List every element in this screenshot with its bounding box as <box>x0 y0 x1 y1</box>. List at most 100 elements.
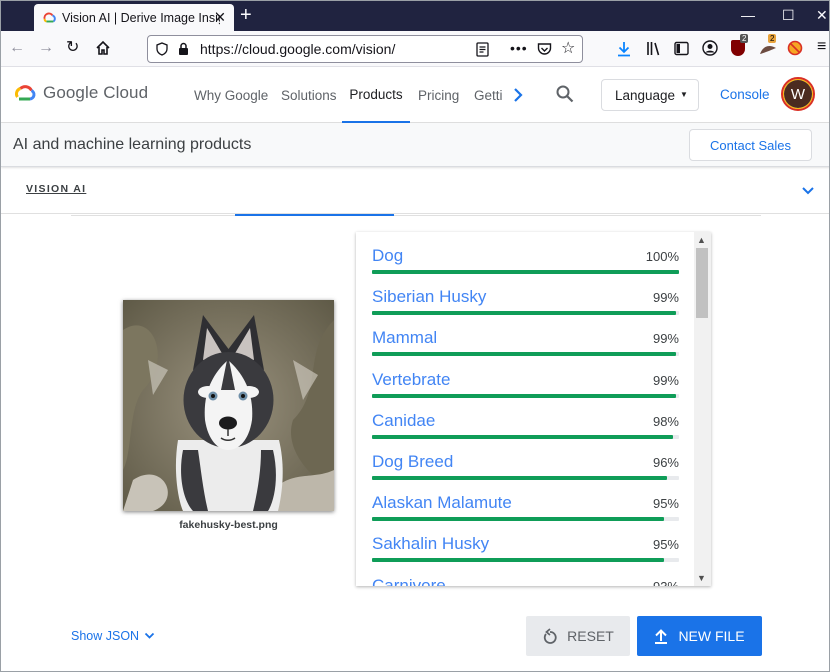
site-header: Google Cloud Why Google Solutions Produc… <box>1 67 829 123</box>
nav-products[interactable]: Products <box>342 67 410 123</box>
result-row[interactable]: Vertebrate 99% <box>372 370 679 411</box>
result-label[interactable]: Vertebrate <box>372 370 450 390</box>
nav-getting-started[interactable]: Getti <box>474 67 506 123</box>
tab-close-icon[interactable]: ✕ <box>214 9 226 26</box>
result-percent: 99% <box>652 290 679 306</box>
result-row[interactable]: Siberian Husky 99% <box>372 287 679 328</box>
result-percent: 96% <box>652 455 679 470</box>
lock-icon[interactable] <box>178 42 189 56</box>
blocker-icon[interactable] <box>787 40 803 56</box>
ublock-badge: 2 <box>740 34 749 43</box>
confidence-bar-track <box>372 517 679 522</box>
bookmark-star-icon[interactable]: ☆ <box>561 41 575 57</box>
scroll-down-icon[interactable]: ▼ <box>697 573 706 583</box>
maximize-icon[interactable]: ☐ <box>782 7 795 24</box>
account-icon[interactable] <box>702 40 718 56</box>
extension-badge: 2 <box>768 34 777 43</box>
labels-results-panel: Dog 100% Siberian Husky 99% Mammal 99% Vertebr… <box>356 232 711 586</box>
console-link[interactable]: Console <box>720 87 770 102</box>
result-percent: 93% <box>653 579 679 586</box>
result-row[interactable]: Mammal 99% <box>372 328 679 369</box>
vision-ai-link[interactable]: VISION AI <box>26 183 86 195</box>
result-percent: 95% <box>652 537 679 553</box>
avatar[interactable]: W <box>781 77 815 111</box>
uploaded-image <box>123 300 334 511</box>
confidence-bar-fill <box>372 434 673 439</box>
scrollbar-thumb[interactable] <box>696 248 708 318</box>
address-bar[interactable]: https://cloud.google.com/vision/ ••• ☆ <box>147 35 583 63</box>
caret-down-icon: ▼ <box>680 90 688 99</box>
result-percent: 100% <box>645 249 679 264</box>
page-actions-icon[interactable]: ••• <box>510 40 528 56</box>
nav-scroll-right-icon[interactable] <box>513 87 523 103</box>
page-subtitle: AI and machine learning products <box>13 136 252 153</box>
language-label: Language <box>615 87 676 103</box>
back-icon[interactable]: ← <box>9 39 25 57</box>
result-row[interactable]: Alaskan Malamute 95% <box>372 493 679 534</box>
reload-icon[interactable]: ↻ <box>66 39 79 57</box>
result-row[interactable]: Dog Breed 96% <box>372 452 679 493</box>
new-tab-icon[interactable]: + <box>240 5 252 25</box>
result-label[interactable]: Alaskan Malamute <box>372 493 512 513</box>
browser-tab[interactable]: Vision AI | Derive Image Insights ✕ <box>34 4 234 31</box>
products-subheader: AI and machine learning products Contact… <box>1 123 829 167</box>
result-label[interactable]: Canidae <box>372 411 435 431</box>
download-icon[interactable] <box>617 41 631 57</box>
reset-label: RESET <box>567 628 614 644</box>
logo-text: Google Cloud <box>43 83 149 102</box>
tab-title: Vision AI | Derive Image Insights <box>62 10 220 25</box>
nav-solutions[interactable]: Solutions <box>281 67 337 123</box>
minimize-icon[interactable]: — <box>741 7 755 23</box>
result-row[interactable]: Carnivore 93% <box>372 576 679 586</box>
scroll-up-icon[interactable]: ▲ <box>697 235 706 245</box>
result-percent: 98% <box>652 413 679 429</box>
chevron-down-icon <box>144 632 155 639</box>
forward-icon[interactable]: → <box>38 39 54 57</box>
result-label[interactable]: Carnivore <box>372 576 446 586</box>
contact-sales-button[interactable]: Contact Sales <box>689 129 812 161</box>
sidebar-icon[interactable] <box>674 41 689 56</box>
extension-icon[interactable] <box>759 42 777 56</box>
confidence-bar-fill <box>372 270 679 274</box>
new-file-button[interactable]: NEW FILE <box>637 616 762 656</box>
search-icon[interactable] <box>556 85 574 103</box>
result-row[interactable]: Dog 100% <box>372 246 679 287</box>
result-label[interactable]: Mammal <box>372 328 437 348</box>
confidence-bar-fill <box>372 393 676 398</box>
result-label[interactable]: Dog <box>372 246 403 266</box>
result-percent: 99% <box>652 372 679 388</box>
confidence-bar-track <box>372 476 679 480</box>
confidence-bar-track <box>372 352 679 357</box>
reader-view-icon[interactable] <box>476 42 489 57</box>
window-close-icon[interactable]: ✕ <box>816 7 828 24</box>
result-label[interactable]: Sakhalin Husky <box>372 534 489 554</box>
home-icon[interactable] <box>95 40 111 56</box>
confidence-bar-track <box>372 311 679 316</box>
library-icon[interactable] <box>646 41 662 56</box>
show-json-toggle[interactable]: Show JSON <box>71 629 155 643</box>
chevron-down-icon[interactable] <box>801 186 815 196</box>
active-tab-indicator <box>235 214 394 216</box>
confidence-bar-track <box>372 434 679 439</box>
confidence-bar-fill <box>372 517 664 522</box>
result-row[interactable]: Sakhalin Husky 95% <box>372 534 679 575</box>
menu-icon[interactable]: ≡ <box>817 39 826 55</box>
confidence-bar-track <box>372 270 679 274</box>
reset-button[interactable]: RESET <box>526 616 630 656</box>
nav-why-google[interactable]: Why Google <box>194 67 268 123</box>
nav-pricing[interactable]: Pricing <box>418 67 459 123</box>
confidence-bar-fill <box>372 352 676 357</box>
husky-image <box>123 300 334 511</box>
language-button[interactable]: Language ▼ <box>601 79 699 111</box>
google-cloud-logo[interactable]: Google Cloud <box>13 83 148 103</box>
browser-window: Vision AI | Derive Image Insights ✕ + — … <box>0 0 830 672</box>
result-label[interactable]: Siberian Husky <box>372 287 486 307</box>
new-file-label: NEW FILE <box>678 628 745 644</box>
image-filename: fakehusky-best.png <box>179 519 278 531</box>
section-nav: VISION AI <box>1 167 829 214</box>
pocket-icon[interactable] <box>537 42 552 57</box>
result-label[interactable]: Dog Breed <box>372 452 453 472</box>
shield-icon[interactable] <box>156 42 168 56</box>
result-row[interactable]: Canidae 98% <box>372 411 679 452</box>
confidence-bar-fill <box>372 558 664 563</box>
